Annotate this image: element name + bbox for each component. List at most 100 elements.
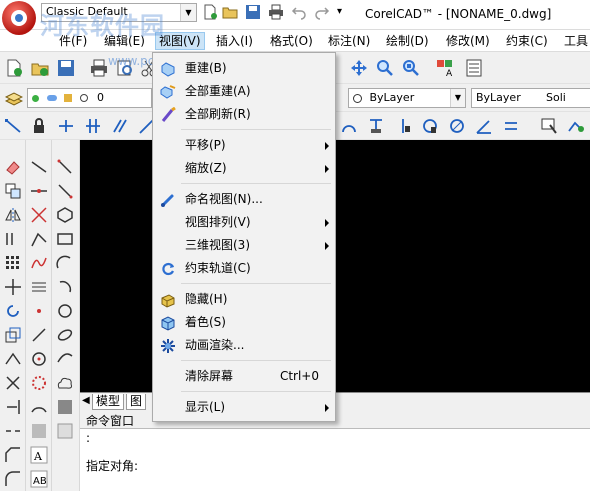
menu-item-pan[interactable]: 平移(P) (155, 135, 333, 156)
parallel-constraint-icon[interactable] (84, 117, 102, 135)
erase-icon[interactable] (4, 158, 22, 176)
properties-panel-icon[interactable] (465, 59, 483, 77)
layer-on-icon[interactable] (32, 94, 39, 102)
chamfer-icon[interactable] (4, 446, 22, 464)
point-icon[interactable] (30, 302, 48, 320)
save-drawing-icon[interactable] (57, 59, 75, 77)
layer-lock-icon[interactable] (64, 94, 72, 102)
equal-constraint-icon[interactable] (502, 117, 520, 135)
menu-item-display[interactable]: 显示(L) (155, 397, 333, 418)
corelcad-logo-icon[interactable] (2, 1, 36, 35)
ellipse-arc-icon[interactable] (56, 350, 74, 368)
polyline-icon[interactable] (30, 230, 48, 248)
menu-item-regen[interactable]: 重建(B) (155, 58, 333, 79)
menu-constraints[interactable]: 约束(C) (503, 32, 551, 50)
infinite-line-icon[interactable] (30, 182, 48, 200)
redo-icon[interactable] (314, 4, 330, 20)
open-folder-icon[interactable] (222, 4, 238, 20)
angle-constraint-icon[interactable] (475, 117, 493, 135)
arc-center-icon[interactable] (56, 278, 74, 296)
arc-3point-icon[interactable] (56, 254, 74, 272)
gradient-icon[interactable] (56, 422, 74, 440)
array-icon[interactable] (4, 254, 22, 272)
menu-file[interactable]: 件(F) (56, 32, 90, 50)
pan-icon[interactable] (350, 59, 368, 77)
ellipse-icon[interactable] (56, 326, 74, 344)
multiline-icon[interactable] (30, 278, 48, 296)
break-icon[interactable] (4, 422, 22, 440)
collinear-constraint-icon[interactable] (111, 117, 129, 135)
menu-item-render[interactable]: 动画渲染... (155, 335, 333, 356)
menu-dimension[interactable]: 标注(N) (325, 32, 373, 50)
text-icon[interactable]: A (30, 446, 48, 464)
tangent-constraint-icon[interactable] (340, 117, 358, 135)
menu-item-clean-screen[interactable]: 清除屏幕 Ctrl+0 (155, 366, 333, 387)
circle-center-icon[interactable] (30, 350, 48, 368)
workspace-select[interactable]: Classic Default ▼ (41, 3, 197, 22)
new-drawing-icon[interactable] (5, 59, 23, 77)
menu-insert[interactable]: 插入(I) (213, 32, 256, 50)
new-file-icon[interactable] (202, 4, 218, 20)
menu-item-regen-all[interactable]: 全部重建(A) (155, 81, 333, 102)
table-icon[interactable]: AB (30, 470, 48, 488)
vertical-lock-icon[interactable] (394, 117, 412, 135)
tab-layout[interactable]: 图 (126, 394, 147, 410)
radius-constraint-icon[interactable] (421, 117, 439, 135)
rotate-icon[interactable] (4, 302, 22, 320)
diameter-constraint-icon[interactable] (448, 117, 466, 135)
save-icon[interactable] (245, 4, 261, 20)
ray-icon[interactable] (30, 206, 48, 224)
polyline-segment-icon[interactable] (56, 182, 74, 200)
line-icon[interactable] (30, 158, 48, 176)
color-select[interactable]: ByLayer ▼ (348, 88, 466, 108)
circle-icon[interactable] (56, 302, 74, 320)
menu-modify[interactable]: 修改(M) (443, 32, 493, 50)
layer-freeze-icon[interactable] (46, 95, 57, 101)
stretch-icon[interactable] (4, 350, 22, 368)
fix-constraint-icon[interactable] (367, 117, 385, 135)
print-drawing-icon[interactable] (90, 59, 108, 77)
menu-item-named-views[interactable]: 命名视图(N)... (155, 189, 333, 210)
menu-item-redraw-all[interactable]: 全部刷新(R) (155, 104, 333, 125)
arc-icon[interactable] (30, 398, 48, 416)
donut-icon[interactable] (30, 374, 48, 392)
open-drawing-icon[interactable] (31, 59, 49, 77)
command-window[interactable]: : 指定对角: (80, 429, 590, 491)
menu-item-hide[interactable]: 隐藏(H) (155, 289, 333, 310)
offset-icon[interactable] (4, 230, 22, 248)
polygon-icon[interactable] (56, 206, 74, 224)
menu-item-shade[interactable]: 着色(S) (155, 312, 333, 333)
menu-draw[interactable]: 绘制(D) (383, 32, 432, 50)
match-properties-icon[interactable]: A (436, 59, 454, 77)
print-preview-icon[interactable] (116, 59, 134, 77)
linetype-select[interactable]: ByLayer Soli (471, 88, 590, 108)
menu-item-3d-views[interactable]: 三维视图(3) (155, 235, 333, 256)
revision-cloud-icon[interactable] (56, 374, 74, 392)
line-segment-icon[interactable] (56, 158, 74, 176)
chevron-down-icon[interactable]: ▼ (180, 4, 196, 21)
spline-icon[interactable] (30, 254, 48, 272)
wipeout-icon[interactable] (56, 398, 74, 416)
layer-manager-icon[interactable] (5, 89, 23, 107)
lock-icon[interactable] (30, 117, 48, 135)
extend-icon[interactable] (4, 398, 22, 416)
hatch-icon[interactable] (30, 422, 48, 440)
menu-item-zoom[interactable]: 缩放(Z) (155, 158, 333, 179)
menu-view[interactable]: 视图(V) (155, 32, 205, 50)
print-icon[interactable] (268, 4, 284, 20)
layer-select[interactable]: 0 (27, 88, 152, 108)
undo-icon[interactable] (291, 4, 307, 20)
chevron-down-icon[interactable]: ▼ (450, 89, 465, 107)
menu-tools[interactable]: 工具 (561, 32, 590, 50)
snap-settings-icon[interactable] (567, 117, 585, 135)
menu-format[interactable]: 格式(O) (267, 32, 316, 50)
scale-icon[interactable] (4, 326, 22, 344)
move-icon[interactable] (4, 278, 22, 296)
zoom-window-icon[interactable] (402, 59, 420, 77)
copy-icon[interactable] (4, 182, 22, 200)
select-window-icon[interactable] (540, 117, 558, 135)
fillet-icon[interactable] (4, 470, 22, 488)
trim-icon[interactable] (4, 374, 22, 392)
tab-scroll-left-icon[interactable]: ◀ (82, 395, 90, 406)
menu-item-constrained-orbit[interactable]: 约束轨道(C) (155, 258, 333, 279)
